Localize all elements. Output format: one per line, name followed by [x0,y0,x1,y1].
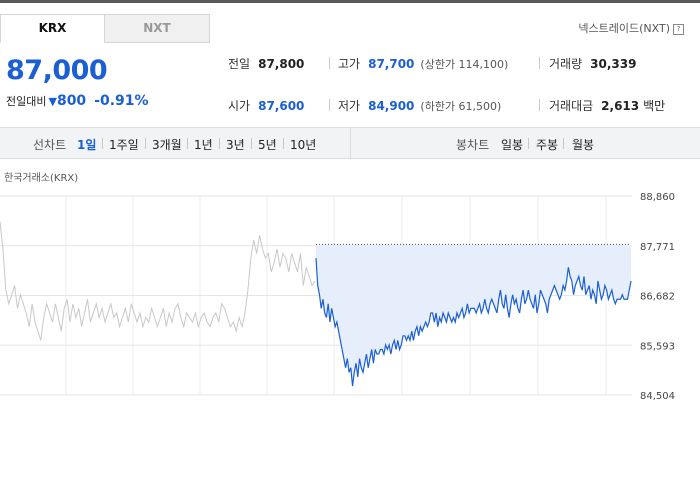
stat-value: 87,800 [258,57,305,71]
divider [283,138,284,149]
stat-prev-close: 전일 87,800 [228,55,304,72]
tab-nxt[interactable]: NXT [104,14,210,43]
change-percent: -0.91% [94,93,149,109]
period-1w[interactable]: 1주일 [109,136,139,153]
series-area-fill [316,244,631,387]
divider [187,138,188,149]
stat-amount: 거래대금 2,613 백만 [549,97,665,114]
nextrade-link[interactable]: 넥스트레이드(NXT)? [578,20,684,36]
amount-unit: 백만 [643,99,666,113]
period-10y[interactable]: 10년 [290,136,316,153]
stat-value: 2,613 [601,99,640,113]
divider [219,138,220,149]
toolbar-divider [350,128,351,158]
line-chart-label: 선차트 [33,138,67,152]
divider [329,99,330,111]
price-change: 전일대비 ▼800 -0.91% [6,93,149,109]
chart-toolbar: 선차트 1일 1주일 3개월 1년 3년 5년 10년 봉차트 일봉 주봉 월봉 [0,127,700,159]
divider [539,99,540,111]
stat-value: 84,900 [368,99,415,113]
period-3y[interactable]: 3년 [226,136,245,153]
upper-limit: (상한가 114,100) [420,58,509,71]
stat-low: 저가 84,900 (하한가 61,500) [338,97,501,114]
tab-krx[interactable]: KRX [0,14,105,43]
stat-label: 고가 [338,57,361,71]
nextrade-label: 넥스트레이드(NXT) [578,22,670,35]
current-price: 87,000 [6,55,108,86]
period-5y[interactable]: 5년 [258,136,277,153]
stat-label: 저가 [338,99,361,113]
exchange-label: 한국거래소(KRX) [4,173,79,184]
stat-value: 87,700 [368,57,415,71]
divider [539,57,540,69]
divider [528,138,529,149]
period-1d[interactable]: 1일 [77,136,96,153]
stat-high: 고가 87,700 (상한가 114,100) [338,55,508,72]
period-1y[interactable]: 1년 [194,136,213,153]
lower-limit: (하한가 61,500) [420,100,502,113]
divider [563,138,564,149]
candle-weekly[interactable]: 주봉 [536,136,558,153]
stat-value: 30,339 [590,57,637,71]
down-arrow-icon: ▼ [48,95,57,108]
price-chart: 88,860 87,771 86,682 85,593 84,504 [0,192,675,400]
help-icon[interactable]: ? [673,23,684,35]
candle-daily[interactable]: 일봉 [501,136,523,153]
stat-label: 거래대금 [549,99,594,113]
stat-volume: 거래량 30,339 [549,55,636,72]
candle-monthly[interactable]: 월봉 [572,136,594,153]
divider [145,138,146,149]
top-border [0,0,700,3]
divider [102,138,103,149]
divider [251,138,252,149]
stat-label: 전일 [228,57,251,71]
y-tick-label: 88,860 [640,192,675,203]
prev-day-series-line [0,221,316,341]
y-tick-label: 87,771 [640,242,675,253]
change-amount: 800 [56,93,87,109]
stat-label: 거래량 [549,57,583,71]
stat-label: 시가 [228,99,251,113]
y-tick-label: 86,682 [640,292,675,303]
candle-chart-label: 봉차트 [456,138,490,152]
period-3m[interactable]: 3개월 [152,136,182,153]
change-label: 전일대비 [6,95,47,108]
y-tick-label: 85,593 [640,341,675,352]
stat-open: 시가 87,600 [228,97,304,114]
stat-value: 87,600 [258,99,305,113]
y-tick-label: 84,504 [640,391,675,400]
divider [329,57,330,69]
